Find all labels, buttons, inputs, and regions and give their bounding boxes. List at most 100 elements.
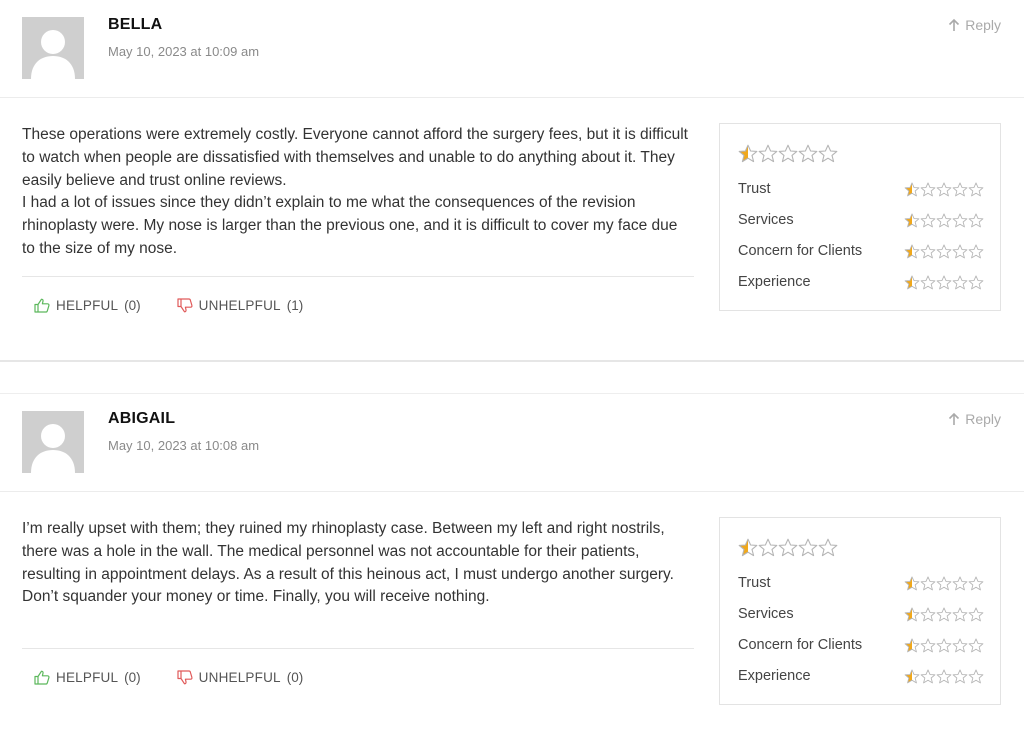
star-icon bbox=[936, 576, 952, 591]
rating-breakdown: Trust Services Concern for Clients Exper… bbox=[738, 181, 984, 305]
star-icon bbox=[952, 669, 968, 684]
star-icon bbox=[798, 538, 818, 557]
rating-stars bbox=[904, 576, 984, 591]
thumbs-down-icon bbox=[177, 670, 193, 685]
rating-stars bbox=[904, 182, 984, 197]
rating-row-concern-for-clients: Concern for Clients bbox=[738, 637, 984, 668]
review-separator bbox=[0, 360, 1024, 394]
star-icon bbox=[968, 244, 984, 259]
vote-bar: HELPFUL (0) UNHELPFUL (0) bbox=[34, 670, 303, 685]
star-icon bbox=[952, 213, 968, 228]
star-icon bbox=[968, 607, 984, 622]
star-icon bbox=[818, 538, 838, 557]
star-icon bbox=[904, 607, 920, 622]
star-icon bbox=[952, 607, 968, 622]
star-icon bbox=[968, 213, 984, 228]
star-icon bbox=[968, 275, 984, 290]
star-icon bbox=[952, 576, 968, 591]
rating-label: Trust bbox=[738, 575, 771, 591]
rating-breakdown: Trust Services Concern for Clients Exper… bbox=[738, 575, 984, 699]
star-icon bbox=[904, 638, 920, 653]
thumbs-down-icon bbox=[177, 298, 193, 313]
unhelpful-button[interactable]: UNHELPFUL (1) bbox=[177, 298, 303, 313]
ratings-panel: Trust Services Concern for Clients Exper… bbox=[719, 517, 1001, 705]
rating-label: Concern for Clients bbox=[738, 243, 863, 259]
star-icon bbox=[936, 244, 952, 259]
review-paragraph: Don’t squander your money or time. Final… bbox=[22, 588, 490, 606]
rating-stars bbox=[904, 638, 984, 653]
review-paragraph: I had a lot of issues since they didn’t … bbox=[22, 194, 678, 257]
rating-label: Services bbox=[738, 212, 794, 228]
rating-stars bbox=[904, 607, 984, 622]
overall-rating-stars bbox=[738, 538, 838, 557]
star-icon bbox=[952, 275, 968, 290]
star-icon bbox=[968, 576, 984, 591]
star-icon bbox=[778, 538, 798, 557]
star-icon bbox=[968, 638, 984, 653]
helpful-count: (0) bbox=[124, 298, 141, 313]
star-icon bbox=[738, 538, 758, 557]
helpful-button[interactable]: HELPFUL (0) bbox=[34, 670, 141, 685]
review-paragraph: These operations were extremely costly. … bbox=[22, 126, 688, 189]
thumbs-up-icon bbox=[34, 670, 50, 685]
star-icon bbox=[738, 144, 758, 163]
review-body: I’m really upset with them; they ruined … bbox=[22, 518, 694, 609]
star-icon bbox=[758, 144, 778, 163]
overall-rating-stars bbox=[738, 144, 838, 163]
avatar-person-silhouette-icon bbox=[22, 17, 84, 79]
reply-button[interactable]: Reply bbox=[947, 17, 1001, 33]
rating-stars bbox=[904, 669, 984, 684]
rating-row-trust: Trust bbox=[738, 181, 984, 212]
star-icon bbox=[936, 669, 952, 684]
rating-label: Services bbox=[738, 606, 794, 622]
star-icon bbox=[920, 669, 936, 684]
star-icon bbox=[968, 182, 984, 197]
rating-stars bbox=[904, 213, 984, 228]
divider bbox=[0, 491, 1024, 492]
review-body: These operations were extremely costly. … bbox=[22, 124, 694, 261]
rating-row-experience: Experience bbox=[738, 668, 984, 699]
review-date: May 10, 2023 at 10:09 am bbox=[108, 44, 260, 59]
star-icon bbox=[920, 213, 936, 228]
rating-label: Experience bbox=[738, 668, 811, 684]
star-icon bbox=[920, 275, 936, 290]
star-icon bbox=[920, 576, 936, 591]
star-icon bbox=[920, 244, 936, 259]
reply-button[interactable]: Reply bbox=[947, 411, 1001, 427]
star-icon bbox=[920, 607, 936, 622]
reply-label: Reply bbox=[965, 411, 1001, 427]
rating-row-experience: Experience bbox=[738, 274, 984, 305]
star-icon bbox=[904, 576, 920, 591]
arrow-up-icon bbox=[947, 412, 961, 426]
star-icon bbox=[818, 144, 838, 163]
helpful-button[interactable]: HELPFUL (0) bbox=[34, 298, 141, 313]
star-icon bbox=[952, 638, 968, 653]
review-author: BELLA bbox=[108, 16, 163, 33]
star-icon bbox=[936, 213, 952, 228]
rating-stars bbox=[904, 275, 984, 290]
star-icon bbox=[904, 275, 920, 290]
star-icon bbox=[952, 182, 968, 197]
review-item: BELLA May 10, 2023 at 10:09 am Reply The… bbox=[0, 0, 1024, 360]
review-author: ABIGAIL bbox=[108, 410, 176, 427]
star-icon bbox=[920, 638, 936, 653]
star-icon bbox=[904, 244, 920, 259]
divider bbox=[22, 276, 694, 277]
star-icon bbox=[904, 213, 920, 228]
rating-row-concern-for-clients: Concern for Clients bbox=[738, 243, 984, 274]
star-icon bbox=[968, 669, 984, 684]
rating-row-services: Services bbox=[738, 606, 984, 637]
unhelpful-count: (0) bbox=[286, 670, 304, 685]
arrow-up-icon bbox=[947, 18, 961, 32]
avatar-person-silhouette-icon bbox=[22, 411, 84, 473]
star-icon bbox=[952, 244, 968, 259]
unhelpful-button[interactable]: UNHELPFUL (0) bbox=[177, 670, 304, 685]
star-icon bbox=[920, 182, 936, 197]
vote-bar: HELPFUL (0) UNHELPFUL (1) bbox=[34, 298, 303, 313]
rating-label: Trust bbox=[738, 181, 771, 197]
star-icon bbox=[936, 638, 952, 653]
helpful-label: HELPFUL bbox=[56, 670, 119, 685]
rating-label: Concern for Clients bbox=[738, 637, 863, 653]
unhelpful-label: UNHELPFUL bbox=[198, 298, 281, 313]
star-icon bbox=[936, 607, 952, 622]
